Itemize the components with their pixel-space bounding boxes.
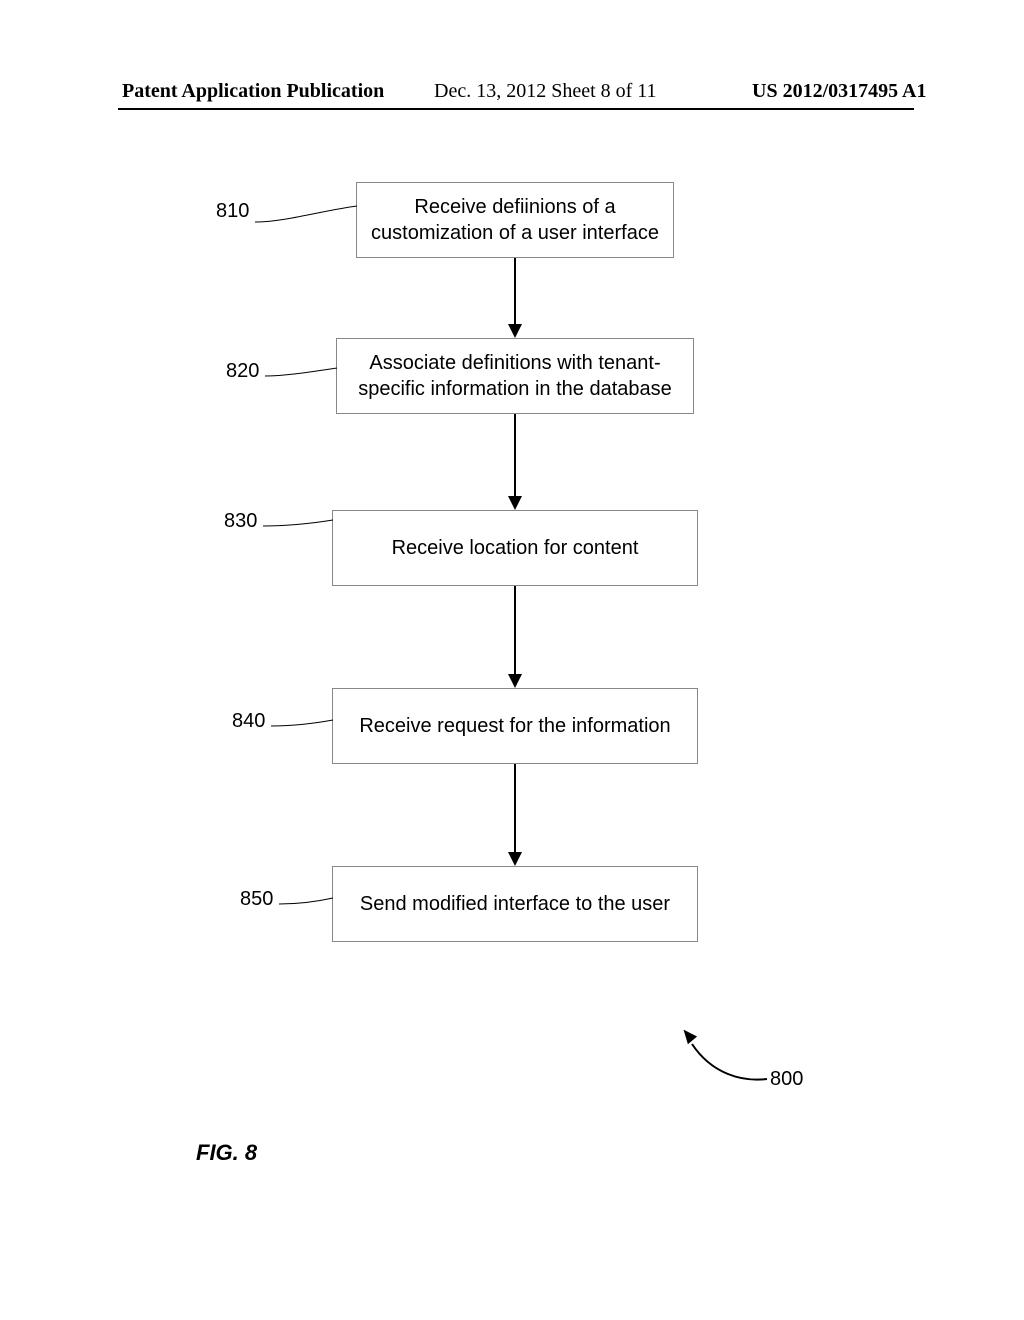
- page: Patent Application Publication Dec. 13, …: [0, 0, 1024, 1320]
- arrow-820-830-line: [514, 414, 516, 498]
- arrow-830-840-line: [514, 586, 516, 676]
- step-810-box: Receive defiinions of a customization of…: [356, 182, 674, 258]
- step-840-text: Receive request for the information: [359, 713, 670, 739]
- step-810-text: Receive defiinions of a customization of…: [367, 194, 663, 246]
- header-right: US 2012/0317495 A1: [752, 80, 926, 103]
- step-820-ref: 820: [226, 360, 259, 383]
- leader-850: [279, 888, 341, 918]
- step-820-box: Associate definitions with tenant-specif…: [336, 338, 694, 414]
- step-850-ref: 850: [240, 888, 273, 911]
- arrow-840-850-line: [514, 764, 516, 854]
- leader-800: [682, 1034, 762, 1094]
- arrow-830-840-head: [508, 674, 522, 688]
- step-840-box: Receive request for the information: [332, 688, 698, 764]
- step-830-box: Receive location for content: [332, 510, 698, 586]
- leader-840: [271, 710, 341, 740]
- leader-830: [263, 510, 343, 540]
- step-810-ref: 810: [216, 200, 249, 223]
- figure-label: FIG. 8: [196, 1140, 257, 1166]
- header-mid: Dec. 13, 2012 Sheet 8 of 11: [434, 80, 657, 103]
- arrow-810-820-line: [514, 258, 516, 326]
- header-left: Patent Application Publication: [122, 80, 384, 103]
- arrow-840-850-head: [508, 852, 522, 866]
- arrow-810-820-head: [508, 324, 522, 338]
- leader-820: [265, 360, 345, 390]
- header-rule: [118, 108, 914, 110]
- step-840-ref: 840: [232, 710, 265, 733]
- step-850-text: Send modified interface to the user: [360, 891, 670, 917]
- step-850-box: Send modified interface to the user: [332, 866, 698, 942]
- leader-810: [255, 200, 365, 230]
- figure-ref-800: 800: [770, 1068, 803, 1091]
- step-820-text: Associate definitions with tenant-specif…: [347, 350, 683, 402]
- step-830-text: Receive location for content: [392, 535, 639, 561]
- step-830-ref: 830: [224, 510, 257, 533]
- arrow-820-830-head: [508, 496, 522, 510]
